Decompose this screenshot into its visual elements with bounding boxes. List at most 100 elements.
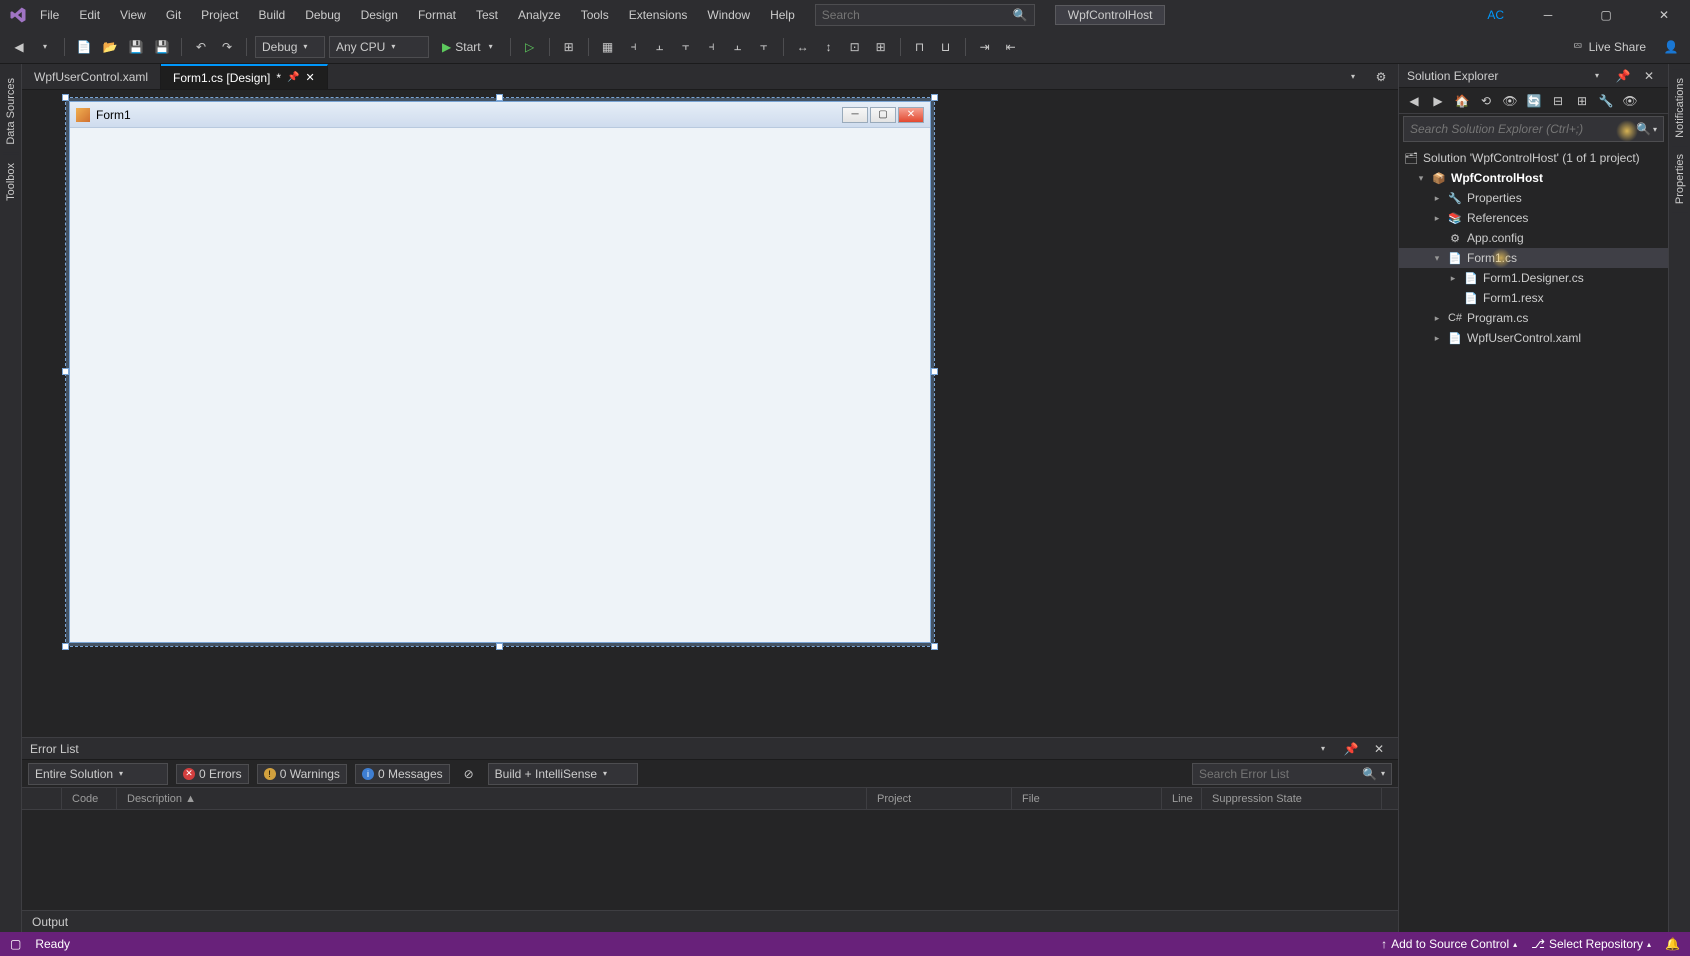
config-dropdown[interactable]: Debug▾ [255,36,325,58]
error-list-search[interactable]: 🔍 ▾ [1192,763,1392,785]
toolbar-spacing-3[interactable]: ⊡ [844,36,866,58]
tab-wpfusercontrol[interactable]: WpfUserControl.xaml [22,64,161,89]
rail-properties[interactable]: Properties [1672,146,1688,212]
toolbar-align-2[interactable]: ⫠ [649,36,671,58]
menu-format[interactable]: Format [408,4,466,26]
toolbar-align-5[interactable]: ⫠ [727,36,749,58]
solution-tree[interactable]: 🗂 Solution 'WpfControlHost' (1 of 1 proj… [1399,144,1668,932]
solution-explorer-search-input[interactable] [1410,122,1636,136]
tab-close-button[interactable]: ✕ [306,71,315,84]
select-repository-button[interactable]: ⎇ Select Repository ▴ [1531,937,1651,951]
error-list-body[interactable] [22,810,1398,910]
platform-dropdown[interactable]: Any CPU▾ [329,36,429,58]
start-without-debug-button[interactable]: ▷ [519,36,541,58]
sol-preview-button[interactable]: 👁 [1619,90,1641,112]
sol-sync-button[interactable]: ⟲ [1475,90,1497,112]
toolbar-order-1[interactable]: ⊓ [909,36,931,58]
output-tab[interactable]: Output [22,910,1398,932]
menu-project[interactable]: Project [191,4,248,26]
menu-debug[interactable]: Debug [295,4,350,26]
toolbar-btn-2[interactable]: ▦ [597,36,619,58]
new-project-button[interactable]: 📄 [73,36,95,58]
tabs-dropdown-button[interactable]: ▾ [1342,66,1364,88]
error-col-5[interactable]: Line [1162,788,1202,809]
tree-node-form1-resx[interactable]: 📄Form1.resx [1399,288,1668,308]
rail-data-sources[interactable]: Data Sources [3,70,19,153]
user-badge[interactable]: AC [1481,6,1510,24]
messages-filter-button[interactable]: i0 Messages [355,764,450,784]
tree-node-wpfusercontrol-xaml[interactable]: ▸📄WpfUserControl.xaml [1399,328,1668,348]
error-col-3[interactable]: Project [867,788,1012,809]
expander-icon[interactable]: ▾ [1415,173,1427,184]
menu-help[interactable]: Help [760,4,805,26]
tree-node-references[interactable]: ▸📚References [1399,208,1668,228]
toolbar-align-1[interactable]: ⫞ [623,36,645,58]
menu-extensions[interactable]: Extensions [619,4,698,26]
live-share-button[interactable]: ⮹ Live Share [1563,39,1656,54]
sol-properties-button[interactable]: 🔧 [1595,90,1617,112]
warnings-filter-button[interactable]: !0 Warnings [257,764,347,784]
solution-explorer-close-button[interactable]: ✕ [1638,65,1660,87]
solution-explorer-search[interactable]: 🔍▾ [1403,116,1664,142]
toolbar-spacing-2[interactable]: ↕ [818,36,840,58]
nav-back-button[interactable]: ◀ [8,36,30,58]
sol-refresh-button[interactable]: 🔄 [1523,90,1545,112]
toolbar-align-4[interactable]: ⫞ [701,36,723,58]
menu-test[interactable]: Test [466,4,508,26]
menu-view[interactable]: View [110,4,156,26]
menu-design[interactable]: Design [351,4,408,26]
toolbar-spacing-1[interactable]: ↔ [792,36,814,58]
error-list-clear-button[interactable]: ⊘ [458,763,480,785]
toolbar-tab-2[interactable]: ⇤ [1000,36,1022,58]
expander-icon[interactable]: ▸ [1431,313,1443,324]
menu-tools[interactable]: Tools [571,4,619,26]
toolbar-align-6[interactable]: ⫟ [753,36,775,58]
error-col-0[interactable] [22,788,62,809]
errors-filter-button[interactable]: ✕0 Errors [176,764,249,784]
expander-icon[interactable]: ▸ [1447,273,1459,284]
title-search[interactable]: 🔍 [815,4,1035,26]
tab-form1-design[interactable]: Form1.cs [Design]* 📌 ✕ [161,64,328,89]
expander-icon[interactable]: ▾ [1431,253,1443,264]
toolbar-btn-1[interactable]: ⊞ [558,36,580,58]
tree-node-properties[interactable]: ▸🔧Properties [1399,188,1668,208]
toolbar-order-2[interactable]: ⊔ [935,36,957,58]
error-scope-dropdown[interactable]: Entire Solution▾ [28,763,168,785]
menu-file[interactable]: File [30,4,69,26]
window-minimize-button[interactable]: ─ [1528,1,1568,29]
tree-node-app-config[interactable]: ⚙App.config [1399,228,1668,248]
sol-showall-button[interactable]: ⊞ [1571,90,1593,112]
tab-pin-icon[interactable]: 📌 [287,72,299,83]
sol-forward-button[interactable]: ▶ [1427,90,1449,112]
sol-back-button[interactable]: ◀ [1403,90,1425,112]
add-source-control-button[interactable]: ↑ Add to Source Control ▴ [1381,937,1517,951]
toolbar-spacing-4[interactable]: ⊞ [870,36,892,58]
expander-icon[interactable]: ▸ [1431,193,1443,204]
start-debug-button[interactable]: ▶Start▾ [433,36,502,58]
notifications-bell-icon[interactable]: 🔔 [1665,937,1680,951]
sol-collapse-button[interactable]: ⊟ [1547,90,1569,112]
tabs-settings-button[interactable]: ⚙ [1370,66,1392,88]
save-button[interactable]: 💾 [125,36,147,58]
rail-notifications[interactable]: Notifications [1672,70,1688,146]
menu-analyze[interactable]: Analyze [508,4,571,26]
form1-window[interactable]: Form1 ─ ▢ ✕ [70,102,930,642]
error-col-4[interactable]: File [1012,788,1162,809]
menu-edit[interactable]: Edit [69,4,110,26]
redo-button[interactable]: ↷ [216,36,238,58]
form1-client-area[interactable] [76,132,924,636]
title-search-input[interactable] [822,8,1013,22]
toolbar-tab-1[interactable]: ⇥ [974,36,996,58]
nav-forward-dropdown[interactable]: ▾ [34,36,56,58]
save-all-button[interactable]: 💾 [151,36,173,58]
toolbar-align-3[interactable]: ⫟ [675,36,697,58]
expander-icon[interactable]: ▸ [1431,213,1443,224]
solution-explorer-pin-button[interactable]: 📌 [1612,65,1634,87]
rail-toolbox[interactable]: Toolbox [3,155,19,209]
tree-node-form1-cs[interactable]: ▾📄Form1.cs [1399,248,1668,268]
tree-node-form1-designer-cs[interactable]: ▸📄Form1.Designer.cs [1399,268,1668,288]
form-designer-surface[interactable]: Form1 ─ ▢ ✕ [22,90,1398,737]
menu-git[interactable]: Git [156,4,191,26]
error-col-1[interactable]: Code [62,788,117,809]
error-list-search-input[interactable] [1199,767,1362,781]
